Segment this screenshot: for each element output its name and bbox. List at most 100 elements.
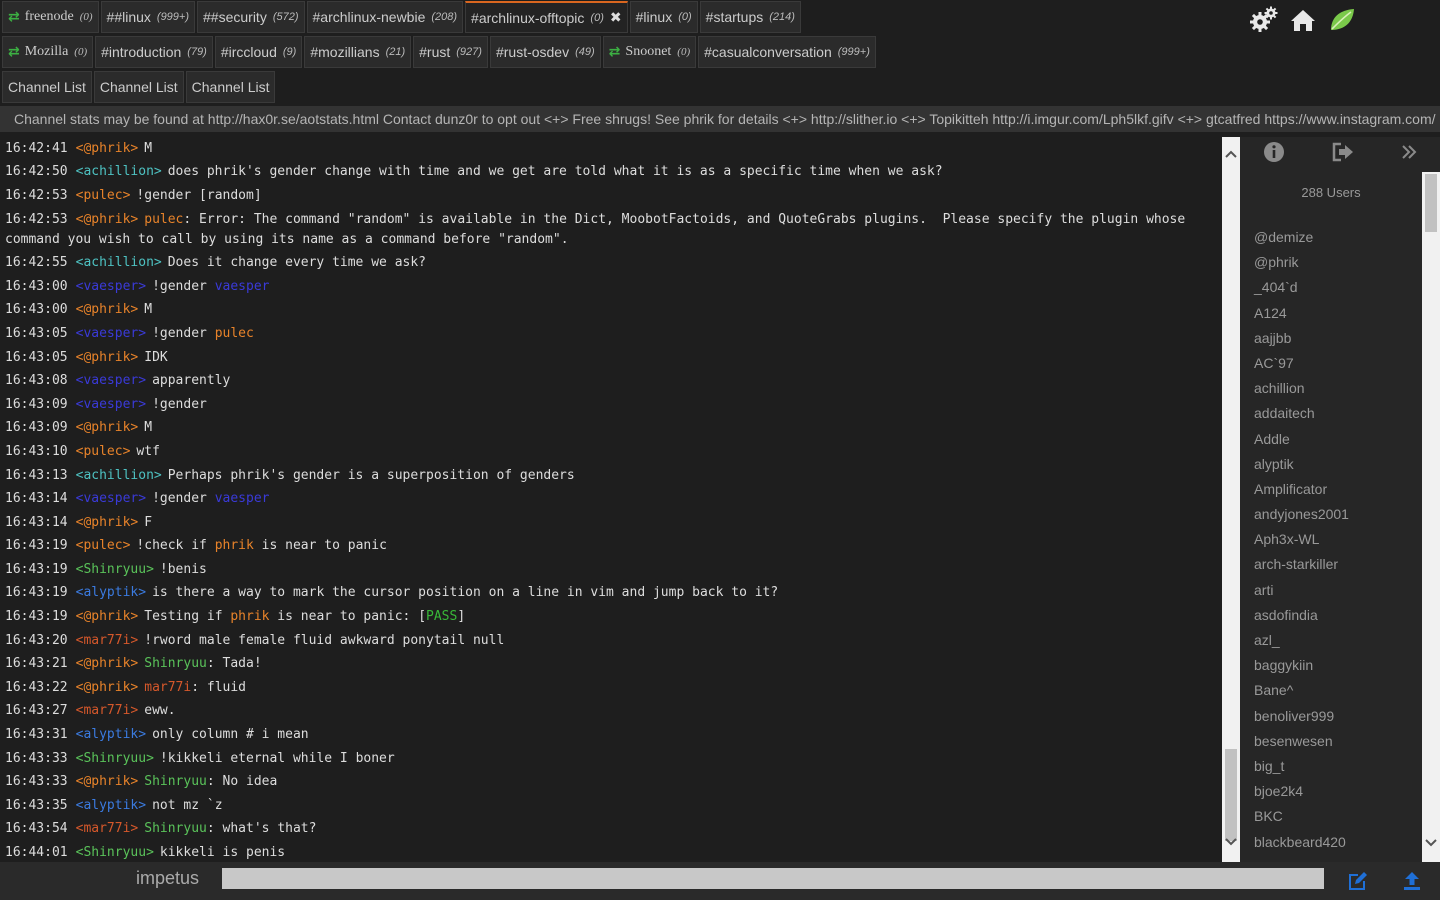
user-list-item[interactable]: blackbeard420 [1254, 830, 1424, 855]
nick-mention[interactable]: phrik [215, 538, 254, 553]
message-nick[interactable]: <@phrik> [76, 609, 139, 624]
user-list-item[interactable]: big_t [1254, 754, 1424, 779]
user-list-item[interactable]: addaitech [1254, 401, 1424, 426]
upload-icon[interactable] [1400, 869, 1424, 893]
user-list-scrollbar[interactable] [1422, 172, 1440, 862]
user-list-item[interactable]: Bane^ [1254, 678, 1424, 703]
channel-tab-irccloud[interactable]: #irccloud (9) [214, 36, 303, 68]
message-nick[interactable]: <achillion> [76, 255, 162, 270]
message-nick[interactable]: <@phrik> [76, 141, 139, 156]
message-nick[interactable]: <alyptik> [76, 585, 146, 600]
user-list-item[interactable]: achillion [1254, 376, 1424, 401]
channel-tab-startups[interactable]: #startups (214) [699, 1, 801, 33]
user-list-item[interactable]: AC`97 [1254, 351, 1424, 376]
message-nick[interactable]: <@phrik> [76, 420, 139, 435]
message-nick[interactable]: <@phrik> [76, 680, 139, 695]
nick-mention[interactable]: vaesper [215, 491, 270, 506]
user-list-item[interactable]: benoliver999 [1254, 704, 1424, 729]
user-list-item[interactable]: asdofindia [1254, 603, 1424, 628]
channel-tab-introduction[interactable]: #introduction (79) [95, 36, 213, 68]
user-list-item[interactable]: Aph3x-WL [1254, 527, 1424, 552]
message-nick[interactable]: <mar77i> [76, 821, 139, 836]
message-nick[interactable]: <achillion> [76, 468, 162, 483]
message-nick[interactable]: <mar77i> [76, 633, 139, 648]
channel-tab-archlinux-offtopic[interactable]: #archlinux-offtopic (0) ✖ [465, 1, 628, 33]
channel-tab-rust-osdev[interactable]: #rust-osdev (49) [489, 36, 601, 68]
user-list-item[interactable]: bjoe2k4 [1254, 779, 1424, 804]
collapse-sidebar-icon[interactable] [1401, 144, 1417, 165]
message-log-scrollbar[interactable] [1222, 137, 1240, 862]
leave-channel-icon[interactable] [1332, 142, 1354, 167]
message-nick[interactable]: <vaesper> [76, 373, 146, 388]
network-tab-freenode[interactable]: ⇄ freenode (0) [2, 1, 99, 33]
message-input[interactable] [222, 868, 1324, 889]
user-list-scroll-down-arrow-icon[interactable] [1422, 834, 1440, 852]
nick-mention[interactable]: mar77i [144, 680, 191, 695]
message-nick[interactable]: <vaesper> [76, 279, 146, 294]
user-list-item[interactable]: Addle [1254, 427, 1424, 452]
channel-tab-channel-list[interactable]: Channel List [185, 71, 276, 103]
message-nick[interactable]: <vaesper> [76, 326, 146, 341]
home-icon[interactable] [1287, 4, 1319, 36]
channel-tab-channel-list[interactable]: Channel List [93, 71, 184, 103]
message-nick[interactable]: <@phrik> [76, 515, 139, 530]
channel-tab-linux[interactable]: ##linux (999+) [100, 1, 196, 33]
nick-mention[interactable]: Shinryuu [144, 821, 207, 836]
user-list-item[interactable]: arti [1254, 578, 1424, 603]
user-list-item[interactable]: aajjbb [1254, 326, 1424, 351]
message-nick[interactable]: <@phrik> [76, 656, 139, 671]
message-nick[interactable]: <@phrik> [76, 212, 139, 227]
user-list-item[interactable]: BKC [1254, 804, 1424, 829]
nick-mention[interactable]: vaesper [215, 279, 270, 294]
channel-tab-archlinux-newbie[interactable]: #archlinux-newbie (208) [306, 1, 464, 33]
message-nick[interactable]: <vaesper> [76, 491, 146, 506]
message-nick[interactable]: <@phrik> [76, 350, 139, 365]
message-log-scroll-thumb[interactable] [1225, 749, 1237, 841]
info-icon[interactable] [1263, 141, 1285, 168]
nick-mention[interactable]: pulec [215, 326, 254, 341]
message-nick[interactable]: <pulec> [76, 188, 131, 203]
settings-gears-icon[interactable] [1248, 4, 1280, 36]
nick-mention[interactable]: Shinryuu [144, 774, 207, 789]
message-nick[interactable]: <Shinryuu> [76, 751, 154, 766]
compose-edit-icon[interactable] [1346, 869, 1370, 893]
leaf-logo-icon[interactable] [1326, 4, 1358, 36]
message-nick[interactable]: <pulec> [76, 444, 131, 459]
user-list-item[interactable]: @demize [1254, 225, 1424, 250]
user-list-scroll-thumb[interactable] [1425, 174, 1437, 232]
scroll-down-arrow-icon[interactable] [1222, 833, 1240, 851]
message-nick[interactable]: <Shinryuu> [76, 845, 154, 860]
message-nick[interactable]: <mar77i> [76, 703, 139, 718]
user-list-item[interactable]: _404`d [1254, 275, 1424, 300]
channel-tab-security[interactable]: ##security (572) [197, 1, 305, 33]
user-list-item[interactable]: arch-starkiller [1254, 552, 1424, 577]
network-tab-snoonet[interactable]: ⇄ Snoonet (0) [602, 36, 697, 68]
user-list-item[interactable]: baggykiin [1254, 653, 1424, 678]
nick-mention[interactable]: pulec [144, 212, 183, 227]
nick-mention[interactable]: Shinryuu [144, 656, 207, 671]
message-nick[interactable]: <pulec> [76, 538, 131, 553]
current-nick[interactable]: impetus [136, 868, 199, 889]
user-list-item[interactable]: besenwesen [1254, 729, 1424, 754]
close-tab-icon[interactable]: ✖ [610, 9, 622, 26]
message-nick[interactable]: <@phrik> [76, 302, 139, 317]
user-list-item[interactable]: azl_ [1254, 628, 1424, 653]
user-list-item[interactable]: A124 [1254, 301, 1424, 326]
user-list-item[interactable]: @phrik [1254, 250, 1424, 275]
message-nick[interactable]: <Shinryuu> [76, 562, 154, 577]
user-list-item[interactable]: alyptik [1254, 452, 1424, 477]
user-list-item[interactable]: Amplificator [1254, 477, 1424, 502]
channel-tab-rust[interactable]: #rust (927) [413, 36, 488, 68]
network-tab-mozilla[interactable]: ⇄ Mozilla (0) [2, 36, 94, 68]
channel-tab-channel-list[interactable]: Channel List [2, 71, 92, 103]
scroll-up-arrow-icon[interactable] [1222, 145, 1240, 163]
message-nick[interactable]: <achillion> [76, 164, 162, 179]
channel-tab-linux[interactable]: #linux (0) [629, 1, 698, 33]
user-list-item[interactable]: andyjones2001 [1254, 502, 1424, 527]
channel-tab-casualconversation[interactable]: #casualconversation (999+) [698, 36, 876, 68]
message-nick[interactable]: <alyptik> [76, 727, 146, 742]
message-nick[interactable]: <vaesper> [76, 397, 146, 412]
message-nick[interactable]: <@phrik> [76, 774, 139, 789]
channel-tab-mozillians[interactable]: #mozillians (21) [304, 36, 412, 68]
nick-mention[interactable]: phrik [230, 609, 269, 624]
